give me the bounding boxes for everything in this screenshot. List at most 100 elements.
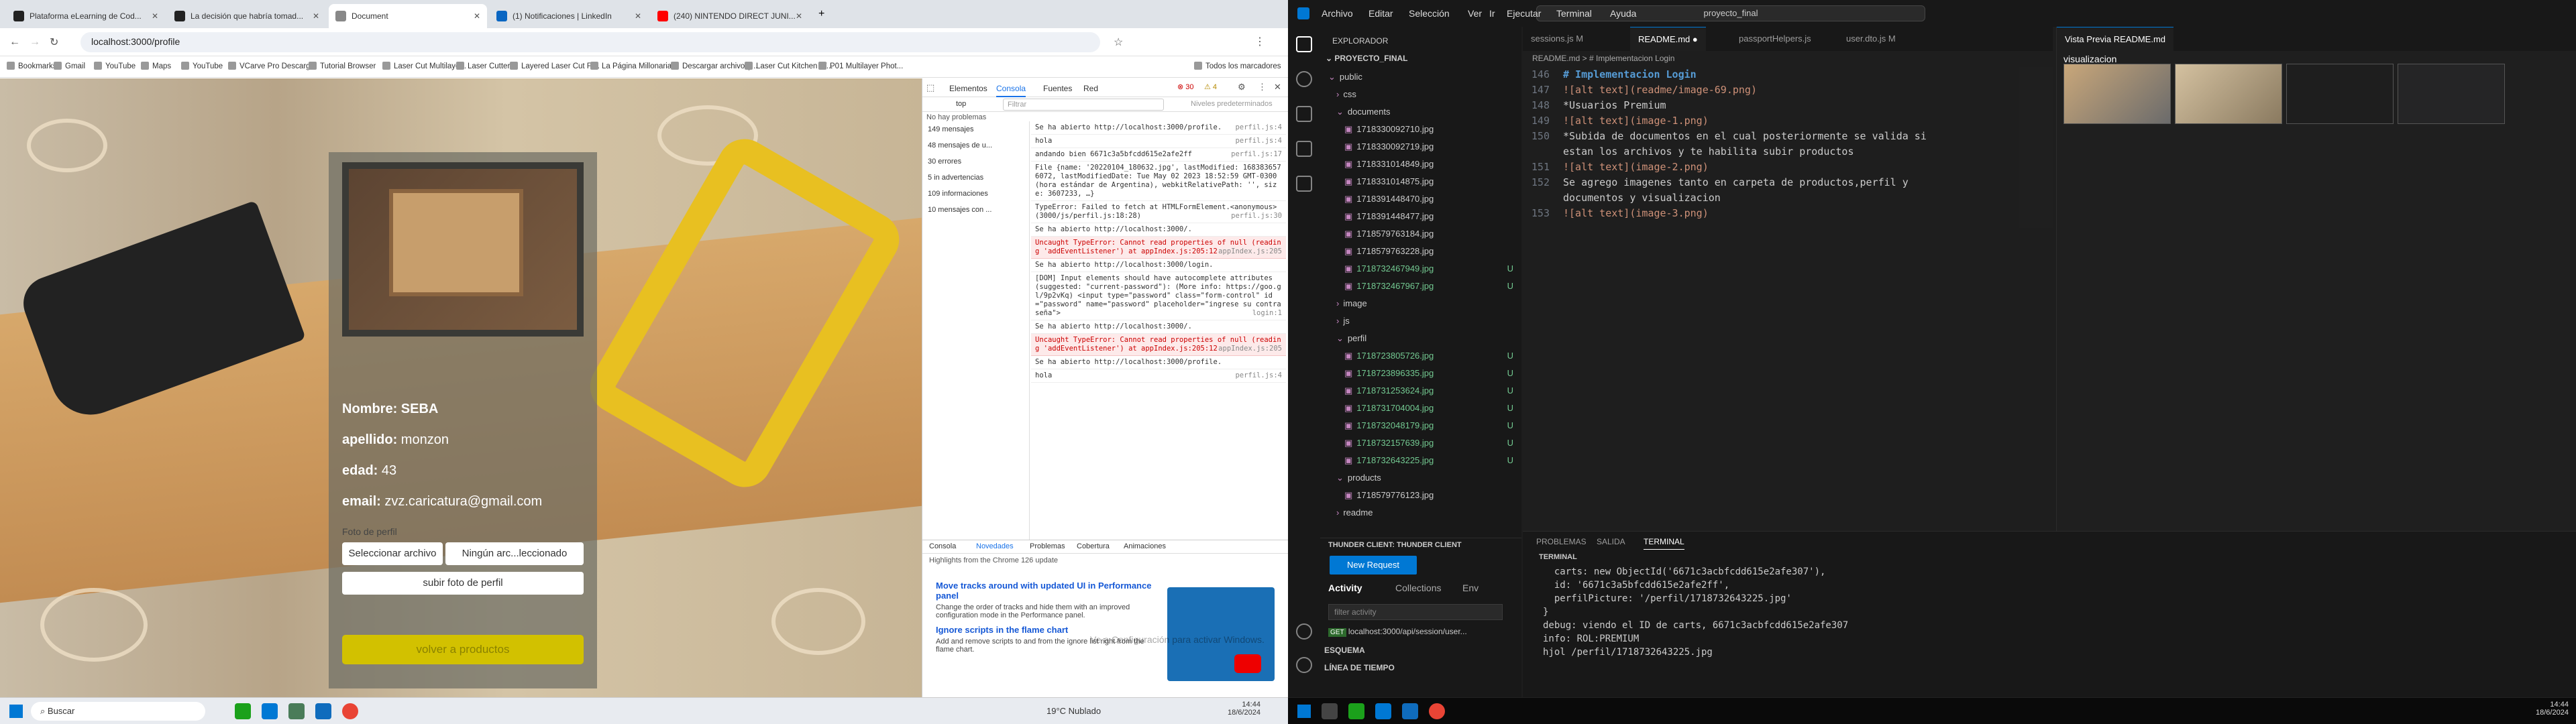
vscode-taskbar-icon[interactable] bbox=[262, 703, 278, 719]
bookmark-link[interactable]: Laser Cutter bbox=[456, 62, 510, 70]
bookmark-link[interactable]: YouTube bbox=[181, 62, 223, 70]
browser-tab[interactable]: Plataforma eLearning de Cod... ✕ bbox=[7, 4, 165, 28]
tree-file[interactable]: ▣ 1718723896335.jpg U bbox=[1320, 365, 1521, 382]
tree-folder[interactable]: ⌄ products bbox=[1320, 469, 1521, 487]
forward-arrow-icon[interactable]: → bbox=[30, 36, 40, 48]
devtools-tab[interactable]: Elementos bbox=[949, 84, 987, 93]
star-icon[interactable]: ☆ bbox=[1114, 36, 1123, 49]
console-sidebar-item[interactable]: 149 mensajes bbox=[922, 121, 1029, 137]
drawer-tab[interactable]: Problemas bbox=[1030, 542, 1065, 550]
search-icon[interactable] bbox=[1296, 71, 1312, 87]
browser-tab[interactable]: La decisión que habría tomad... ✕ bbox=[168, 4, 326, 28]
tree-folder[interactable]: › css bbox=[1320, 86, 1521, 103]
url-input[interactable]: localhost:3000/profile bbox=[80, 32, 1100, 52]
chrome-taskbar-icon[interactable] bbox=[342, 703, 358, 719]
close-icon[interactable]: ✕ bbox=[152, 11, 158, 21]
menu-dots-icon[interactable]: ⋮ bbox=[1258, 82, 1267, 93]
explorer-icon[interactable] bbox=[1296, 36, 1312, 52]
outlook-taskbar-icon[interactable] bbox=[315, 703, 331, 719]
bookmark-link[interactable]: VCarve Pro Descarg... bbox=[228, 62, 317, 70]
filter-activity-input[interactable]: filter activity bbox=[1328, 604, 1503, 620]
tree-file[interactable]: ▣ 1718391448470.jpg bbox=[1320, 190, 1521, 208]
account-icon[interactable] bbox=[1296, 623, 1312, 640]
close-icon[interactable]: ✕ bbox=[1274, 82, 1281, 93]
extensions-icon[interactable] bbox=[1296, 176, 1312, 192]
project-root[interactable]: ⌄ PROYECTO_FINAL bbox=[1320, 54, 1521, 68]
terminal-output[interactable]: carts: new ObjectId('6671c3acbfcdd615e2a… bbox=[1543, 565, 2549, 659]
taskbar-app-icon[interactable] bbox=[235, 703, 251, 719]
menu-item[interactable]: Selección bbox=[1409, 8, 1450, 19]
drawer-tab[interactable]: Consola bbox=[929, 542, 956, 550]
tree-file[interactable]: ▣ 1718331014849.jpg bbox=[1320, 156, 1521, 173]
thunder-tab[interactable]: Env bbox=[1462, 583, 1479, 593]
tree-folder[interactable]: › readme bbox=[1320, 504, 1521, 522]
menu-dots-icon[interactable]: ⋮ bbox=[1254, 35, 1265, 48]
run-debug-icon[interactable] bbox=[1296, 141, 1312, 157]
menu-item[interactable]: Editar bbox=[1368, 8, 1393, 19]
devtools-tab[interactable]: Fuentes bbox=[1043, 84, 1072, 93]
tree-file[interactable]: ▣ 1718732048179.jpg U bbox=[1320, 417, 1521, 434]
editor-tab[interactable]: passportHelpers.js bbox=[1731, 27, 1819, 51]
menu-item[interactable]: Ejecutar bbox=[1507, 8, 1541, 19]
menu-item[interactable]: Terminal bbox=[1556, 8, 1592, 19]
menu-item[interactable]: Archivo bbox=[1322, 8, 1353, 19]
tree-file[interactable]: ▣ 1718723805726.jpg U bbox=[1320, 347, 1521, 365]
esquema-section[interactable]: ESQUEMA bbox=[1324, 646, 1365, 655]
tree-folder[interactable]: ⌄ perfil bbox=[1320, 330, 1521, 347]
tree-folder[interactable]: ⌄ public bbox=[1320, 68, 1521, 86]
search-box[interactable]: ⌕ Buscar bbox=[31, 702, 205, 721]
back-arrow-icon[interactable]: ← bbox=[9, 36, 20, 48]
new-tab-icon[interactable]: + bbox=[818, 8, 824, 20]
bookmark-link[interactable]: Gmail bbox=[54, 62, 85, 70]
panel-tab[interactable]: TERMINAL bbox=[1644, 537, 1684, 550]
source-control-icon[interactable] bbox=[1296, 106, 1312, 122]
console-source-link[interactable]: perfil.js:4 bbox=[1235, 371, 1282, 380]
close-icon[interactable]: ✕ bbox=[474, 11, 480, 21]
gear-icon[interactable] bbox=[1296, 657, 1312, 673]
back-to-products-button[interactable]: volver a productos bbox=[342, 635, 584, 664]
search-icon[interactable] bbox=[1322, 703, 1338, 719]
devtools-tab[interactable]: Consola bbox=[996, 84, 1026, 97]
editor-tab[interactable]: sessions.js M bbox=[1523, 27, 1591, 51]
editor-tab[interactable]: README.md ● bbox=[1630, 27, 1706, 51]
command-center-search[interactable]: proyecto_final bbox=[1536, 5, 1925, 21]
tree-file[interactable]: ▣ 1718732157639.jpg U bbox=[1320, 434, 1521, 452]
close-icon[interactable]: ✕ bbox=[635, 11, 641, 21]
reload-icon[interactable]: ↻ bbox=[50, 36, 58, 49]
console-source-link[interactable]: perfil.js:4 bbox=[1235, 123, 1282, 132]
bookmark-link[interactable]: P01 Multilayer Phot... bbox=[818, 62, 903, 70]
panel-tab[interactable]: SALIDA bbox=[1597, 537, 1625, 546]
bookmark-link[interactable]: Laser Cut Multilaye... bbox=[382, 62, 466, 70]
news-item[interactable]: Move tracks around with updated UI in Pe… bbox=[936, 581, 1157, 619]
timeline-section[interactable]: LÍNEA DE TIEMPO bbox=[1324, 663, 1395, 672]
devtools-tab[interactable]: Red bbox=[1083, 84, 1098, 93]
close-icon[interactable]: ✕ bbox=[796, 11, 802, 21]
console-sidebar-item[interactable]: 5 in advertencias bbox=[922, 170, 1029, 186]
taskbar-app-icon[interactable] bbox=[1348, 703, 1364, 719]
console-source-link[interactable]: appIndex.js:205 bbox=[1218, 247, 1282, 256]
drawer-tab[interactable]: Animaciones bbox=[1124, 542, 1166, 550]
browser-tab[interactable]: (240) NINTENDO DIRECT JUNI... ✕ bbox=[651, 4, 809, 28]
tree-file[interactable]: ▣ 1718330092719.jpg bbox=[1320, 138, 1521, 156]
tree-folder[interactable]: ⌄ documents bbox=[1320, 103, 1521, 121]
console-source-link[interactable]: appIndex.js:205 bbox=[1218, 345, 1282, 353]
tree-file[interactable]: ▣ 1718330092710.jpg bbox=[1320, 121, 1521, 138]
console-source-link[interactable]: login:1 bbox=[1252, 309, 1282, 318]
menu-item[interactable]: Ayuda bbox=[1610, 8, 1636, 19]
browser-tab[interactable]: Document ✕ bbox=[329, 4, 487, 28]
news-title[interactable]: Move tracks around with updated UI in Pe… bbox=[936, 581, 1157, 601]
drawer-tab[interactable]: Cobertura bbox=[1077, 542, 1110, 550]
console-sidebar-item[interactable]: 48 mensajes de u... bbox=[922, 137, 1029, 154]
outlook-taskbar-icon[interactable] bbox=[1402, 703, 1418, 719]
tree-file[interactable]: ▣ 1718731704004.jpg U bbox=[1320, 400, 1521, 417]
preview-tab[interactable]: Vista Previa README.md bbox=[2057, 27, 2174, 51]
tree-file[interactable]: ▣ 1718579763228.jpg bbox=[1320, 243, 1521, 260]
tree-file[interactable]: ▣ 1718732467967.jpg U bbox=[1320, 278, 1521, 295]
tree-file[interactable]: ▣ 1718731253624.jpg U bbox=[1320, 382, 1521, 400]
inspect-icon[interactable]: ⬚ bbox=[926, 82, 934, 93]
tree-file[interactable]: ▣ 1718331014875.jpg bbox=[1320, 173, 1521, 190]
taskbar-app-icon[interactable] bbox=[288, 703, 305, 719]
clock-right[interactable]: 14:44 18/6/2024 bbox=[2536, 701, 2569, 717]
editor-tab[interactable]: user.dto.js M bbox=[1838, 27, 1904, 51]
console-sidebar-item[interactable]: 109 informaciones bbox=[922, 186, 1029, 202]
